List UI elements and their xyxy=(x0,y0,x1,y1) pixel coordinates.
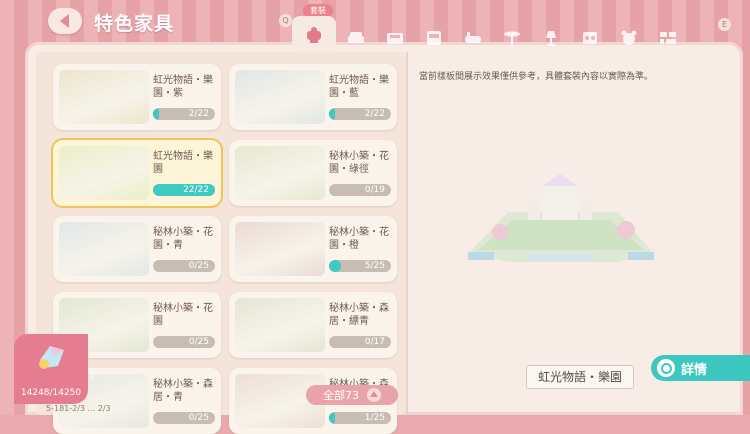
furniture-set-card[interactable]: 秘林小築・花園・綠徑 0/19 xyxy=(229,140,397,206)
set-name: 虹光物語・樂園・紫 xyxy=(153,75,213,99)
progress-fill xyxy=(329,108,335,120)
key-hint-e: E xyxy=(718,18,731,31)
chevron-up-icon xyxy=(367,388,381,402)
panel-divider xyxy=(406,52,408,415)
category-tabs xyxy=(292,16,718,54)
set-thumbnail xyxy=(235,146,325,200)
progress-count: 0/17 xyxy=(364,337,385,347)
details-button[interactable]: 詳情 xyxy=(651,355,750,381)
lamp-icon xyxy=(545,31,556,46)
set-thumbnail xyxy=(235,70,325,124)
details-label: 詳情 xyxy=(681,362,708,378)
tab-bathtub[interactable] xyxy=(453,22,492,54)
wall-icon xyxy=(659,32,676,44)
chevron-right-icon: › xyxy=(90,368,96,384)
set-thumbnail xyxy=(59,146,149,200)
progress-count: 2/22 xyxy=(188,109,209,119)
bathtub-icon xyxy=(464,32,481,43)
bed-icon xyxy=(386,33,403,44)
set-name: 秘林小築・森居・縹青 xyxy=(329,303,389,327)
set-name: 秘林小築・花園・綠徑 xyxy=(329,151,389,175)
set-thumbnail xyxy=(235,222,325,276)
sofa-icon xyxy=(347,32,364,43)
progress-count: 1/25 xyxy=(364,413,385,423)
crystal-gem-icon xyxy=(39,346,64,369)
furniture-set-card[interactable]: 虹光物語・樂園・紫 2/22 xyxy=(53,64,221,130)
progress-bar: 22/22 xyxy=(153,184,215,196)
resource-value: 14248/14250 xyxy=(20,388,82,398)
preview-notice: 當前樣板間展示效果僅供參考，具體套裝內容以實際為準。 xyxy=(419,72,654,82)
back-arrow-icon xyxy=(59,14,69,28)
progress-bar: 1/25 xyxy=(329,412,391,424)
table-icon xyxy=(503,31,520,45)
progress-bar: 2/22 xyxy=(329,108,391,120)
tab-table[interactable] xyxy=(492,22,531,54)
furniture-set-card[interactable]: 虹光物語・樂園・藍 2/22 xyxy=(229,64,397,130)
progress-fill xyxy=(329,260,342,272)
progress-count: 5/25 xyxy=(364,261,385,271)
cabinet-icon xyxy=(426,31,441,45)
page-title: 特色家具 xyxy=(94,13,175,35)
tab-appliance[interactable] xyxy=(570,22,609,54)
set-name: 秘林小築・花園 xyxy=(153,303,213,327)
tab-wall[interactable] xyxy=(648,22,687,54)
set-name: 秘林小築・花園・青 xyxy=(153,227,213,251)
progress-count: 2/22 xyxy=(364,109,385,119)
progress-count: 22/22 xyxy=(183,185,209,195)
set-thumbnail xyxy=(59,70,149,124)
filter-label: 全部73 xyxy=(323,389,359,402)
progress-count: 0/25 xyxy=(188,261,209,271)
progress-bar: 0/25 xyxy=(153,336,215,348)
progress-bar: 0/19 xyxy=(329,184,391,196)
magnifier-icon xyxy=(657,359,675,377)
tab-sofa[interactable] xyxy=(336,22,375,54)
progress-bar: 0/25 xyxy=(153,260,215,272)
tab-bed[interactable] xyxy=(375,22,414,54)
progress-count: 0/25 xyxy=(188,337,209,347)
progress-fill xyxy=(153,108,159,120)
appliance-icon xyxy=(582,32,597,44)
progress-bar: 0/17 xyxy=(329,336,391,348)
furniture-set-card[interactable]: 秘林小築・花園・橙 5/25 xyxy=(229,216,397,282)
tab-outfit-set[interactable] xyxy=(292,16,336,54)
furniture-set-card[interactable]: 秘林小築・花園・青 0/25 xyxy=(53,216,221,282)
outfit-set-icon xyxy=(307,27,321,43)
back-button[interactable] xyxy=(48,8,82,34)
progress-count: 0/19 xyxy=(364,185,385,195)
set-thumbnail xyxy=(59,222,149,276)
furniture-set-card[interactable]: 虹光物語・樂園 22/22 xyxy=(53,140,221,206)
progress-bar: 0/25 xyxy=(153,412,215,424)
tab-plush[interactable] xyxy=(609,22,648,54)
footer-text: 5-181-2/3 ... 2/3 xyxy=(46,404,111,413)
furniture-set-card[interactable]: 秘林小築・森居・縹青 0/17 xyxy=(229,292,397,358)
tab-lamp[interactable] xyxy=(531,22,570,54)
set-name: 虹光物語・樂園・藍 xyxy=(329,75,389,99)
progress-fill xyxy=(329,412,335,424)
resource-counter[interactable]: 14248/14250 › xyxy=(14,334,96,404)
key-hint-q: Q xyxy=(279,14,292,27)
progress-bar: 5/25 xyxy=(329,260,391,272)
progress-count: 0/25 xyxy=(188,413,209,423)
set-name: 秘林小築・花園・橙 xyxy=(329,227,389,251)
progress-bar: 2/22 xyxy=(153,108,215,120)
bear-plush-icon xyxy=(621,30,636,45)
filter-all-button[interactable]: 全部73 xyxy=(306,385,398,405)
set-thumbnail xyxy=(235,298,325,352)
set-name: 虹光物語・樂園 xyxy=(153,151,213,175)
set-preview-image xyxy=(468,174,654,262)
set-name-label: 虹光物語・樂園 xyxy=(526,365,634,389)
set-name: 秘林小築・森居・青 xyxy=(153,379,213,403)
tab-cabinet[interactable] xyxy=(414,22,453,54)
